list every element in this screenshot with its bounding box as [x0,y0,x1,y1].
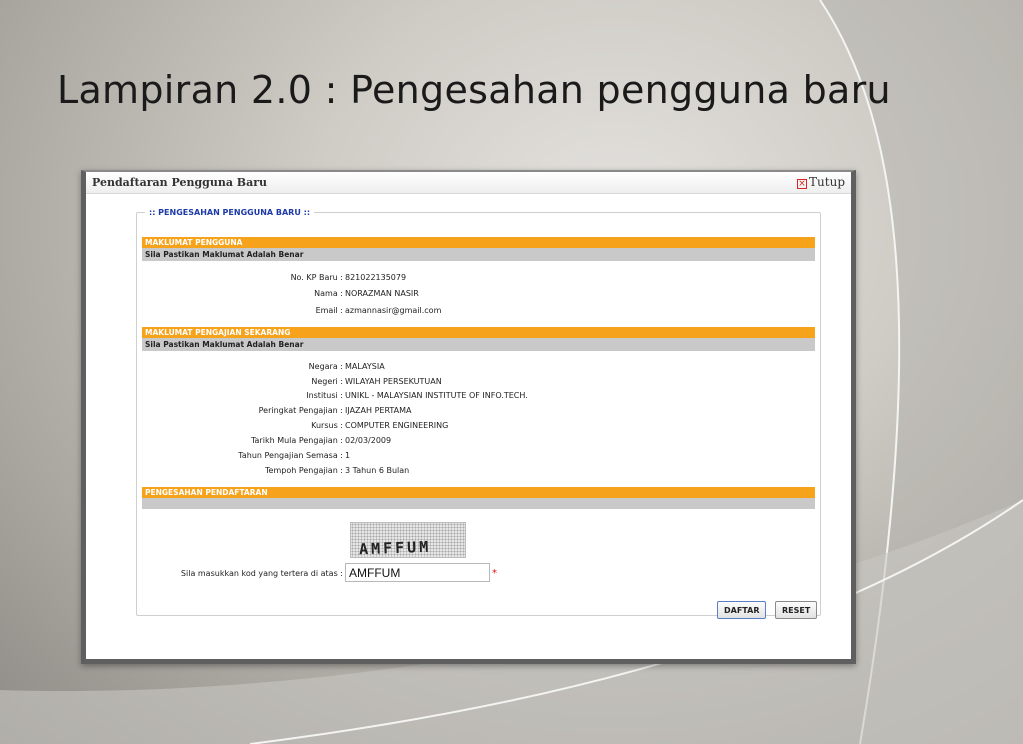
field-value: COMPUTER ENGINEERING [345,421,449,430]
section-header-registration-confirm: PENGESAHAN PENDAFTARAN [142,487,815,498]
field-value: MALAYSIA [345,362,385,371]
section-subheader-user-info: Sila Pastikan Maklumat Adalah Benar [142,248,815,261]
field-value: 02/03/2009 [345,436,392,445]
field-label: Nama : [314,289,343,298]
field-label: Tahun Pengajian Semasa : [238,451,343,460]
field-label: Tarikh Mula Pengajian : [250,436,343,445]
close-button[interactable]: × Tutup [797,175,845,189]
field-value: azmannasir@gmail.com [345,306,442,315]
submit-button[interactable]: DAFTAR [717,601,767,619]
registration-window: Pendaftaran Pengguna Baru × Tutup :: PENG… [81,170,856,664]
captcha-text: AMFFUM [358,537,432,559]
field-value: 3 Tahun 6 Bulan [345,466,410,475]
confirmation-fieldset: :: PENGESAHAN PENGGUNA BARU :: MAKLUMAT … [136,208,821,619]
field-value: NORAZMAN NASIR [345,289,419,298]
field-label: Negeri : [311,377,343,386]
window-title-bar: Pendaftaran Pengguna Baru × Tutup [86,172,851,194]
field-label: Peringkat Pengajian : [258,406,343,415]
fieldset-legend: :: PENGESAHAN PENGGUNA BARU :: [149,208,311,217]
field-value: UNIKL - MALAYSIAN INSTITUTE OF INFO.TECH… [345,391,528,400]
field-label: Email : [315,306,343,315]
required-marker: * [492,568,497,579]
captcha-image: AMFFUM [350,522,466,558]
field-value: WILAYAH PERSEKUTUAN [345,377,442,386]
window-title: Pendaftaran Pengguna Baru [92,176,268,189]
close-icon: × [797,179,808,189]
field-value: 1 [345,451,351,460]
captcha-label: Sila masukkan kod yang tertera di atas : [180,569,343,578]
section-subheader-registration-confirm [142,498,815,509]
field-label: Kursus : [311,421,343,430]
section-subheader-study-info: Sila Pastikan Maklumat Adalah Benar [142,338,815,351]
field-label: Institusi : [306,391,343,400]
slide-title: Lampiran 2.0 : Pengesahan pengguna baru [57,68,891,112]
field-value: IJAZAH PERTAMA [345,406,412,415]
captcha-input[interactable] [345,563,490,582]
field-label: Negara : [308,362,343,371]
field-label: Tempoh Pengajian : [265,466,343,475]
close-label: Tutup [809,175,845,189]
section-header-user-info: MAKLUMAT PENGGUNA [142,237,815,248]
reset-button[interactable]: RESET [775,601,818,619]
field-value: 821022135079 [345,273,407,282]
section-header-study-info: MAKLUMAT PENGAJIAN SEKARANG [142,327,815,338]
field-label: No. KP Baru : [290,273,343,282]
